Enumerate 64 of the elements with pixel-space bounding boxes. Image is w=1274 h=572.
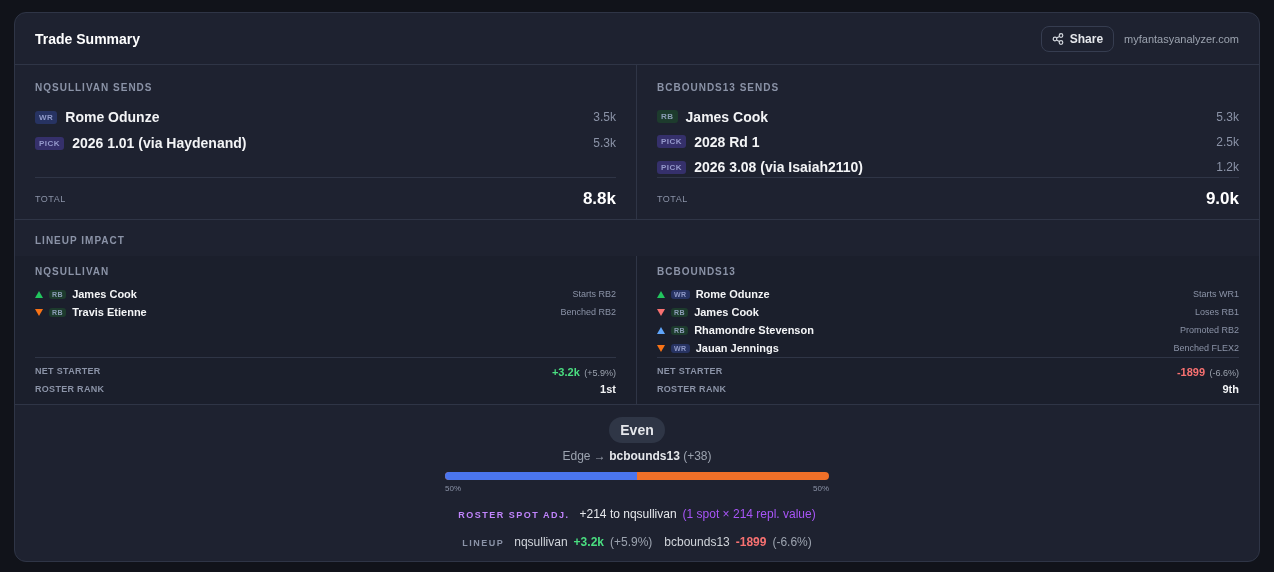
player-name: Jauan Jennings bbox=[695, 342, 780, 354]
total-value: 9.0k bbox=[1205, 188, 1239, 209]
net-starter-percent: (+5.9%) bbox=[584, 368, 616, 378]
player-name: Rome Odunze bbox=[695, 288, 771, 300]
stat-label: ROSTER RANK bbox=[35, 384, 105, 394]
stat-label: NET STARTER bbox=[35, 366, 101, 376]
edge-text: Edge → bcbounds13 (+38) bbox=[562, 449, 712, 463]
total-label: TOTAL bbox=[657, 193, 688, 204]
player-name: Travis Etienne bbox=[72, 306, 148, 318]
position-tag: PICK bbox=[657, 160, 687, 174]
asset-value: 5.3k bbox=[1216, 109, 1239, 124]
asset-name: James Cook bbox=[685, 108, 770, 125]
right-percent: 50% bbox=[813, 484, 829, 493]
site-name: myfantasyanalyzer.com bbox=[1124, 32, 1239, 45]
net-starter-percent: (-6.6%) bbox=[1209, 368, 1239, 378]
asset-value: 1.2k bbox=[1216, 160, 1239, 175]
lineup-note: Starts RB2 bbox=[572, 289, 616, 299]
team-name: bcbounds13 bbox=[664, 535, 730, 549]
player-name: James Cook bbox=[694, 306, 760, 318]
lineup-percent: (-6.6%) bbox=[772, 535, 812, 549]
asset-value: 3.5k bbox=[593, 110, 616, 124]
total-label: TOTAL bbox=[35, 193, 66, 204]
lineup-note: Promoted RB2 bbox=[1179, 325, 1239, 335]
lineup-note: Starts WR1 bbox=[1193, 289, 1239, 299]
roster-spot-value: +214 to nqsullivan bbox=[579, 507, 677, 521]
section-title: NQSULLIVAN SENDS bbox=[35, 82, 154, 93]
player-name: James Cook bbox=[72, 288, 138, 300]
team-name: BCBOUNDS13 bbox=[657, 266, 737, 277]
roster-spot-label: ROSTER SPOT ADJ. bbox=[458, 510, 570, 520]
roster-spot-note: (1 spot × 214 repl. value) bbox=[682, 507, 816, 521]
position-tag: WR bbox=[35, 110, 58, 124]
stat-label: NET STARTER bbox=[657, 366, 723, 376]
lineup-note: Loses RB1 bbox=[1194, 307, 1239, 317]
share-icon bbox=[1051, 32, 1064, 45]
asset-value: 5.3k bbox=[593, 136, 616, 150]
player-name: Rhamondre Stevenson bbox=[694, 324, 815, 336]
verdict-badge: Even bbox=[609, 417, 665, 443]
asset-value: 2.5k bbox=[1216, 135, 1239, 149]
total-value: 8.8k bbox=[582, 188, 616, 209]
asset-name: 2026 3.08 (via Isaiah2110) bbox=[694, 159, 865, 176]
share-button[interactable]: Share bbox=[1040, 25, 1115, 52]
section-title: BCBOUNDS13 SENDS bbox=[657, 82, 781, 93]
lineup-delta: +3.2k bbox=[573, 535, 604, 549]
asset-name: Rome Odunze bbox=[65, 109, 161, 125]
stat-label: ROSTER RANK bbox=[657, 384, 727, 394]
roster-rank: 1st bbox=[600, 383, 616, 395]
roster-rank: 9th bbox=[1222, 383, 1239, 395]
lineup-note: Benched RB2 bbox=[560, 307, 616, 317]
lineup-label: LINEUP bbox=[462, 538, 505, 548]
team-name: NQSULLIVAN bbox=[35, 266, 111, 277]
position-tag: PICK bbox=[657, 135, 687, 149]
section-title: LINEUP IMPACT bbox=[35, 235, 125, 246]
lineup-note: Benched FLEX2 bbox=[1173, 343, 1239, 353]
position-tag: PICK bbox=[35, 136, 65, 150]
asset-name: 2026 1.01 (via Haydenand) bbox=[72, 135, 248, 151]
asset-name: 2028 Rd 1 bbox=[694, 134, 761, 150]
left-percent: 50% bbox=[445, 484, 461, 493]
lineup-percent: (+5.9%) bbox=[610, 535, 653, 549]
lineup-delta: -1899 bbox=[735, 535, 767, 549]
position-tag: RB bbox=[657, 110, 678, 124]
net-starter-value: +3.2k bbox=[551, 366, 580, 378]
team-name: nqsullivan bbox=[514, 535, 568, 549]
card-title: Trade Summary bbox=[35, 30, 142, 47]
net-starter-value: -1899 bbox=[1176, 366, 1206, 378]
